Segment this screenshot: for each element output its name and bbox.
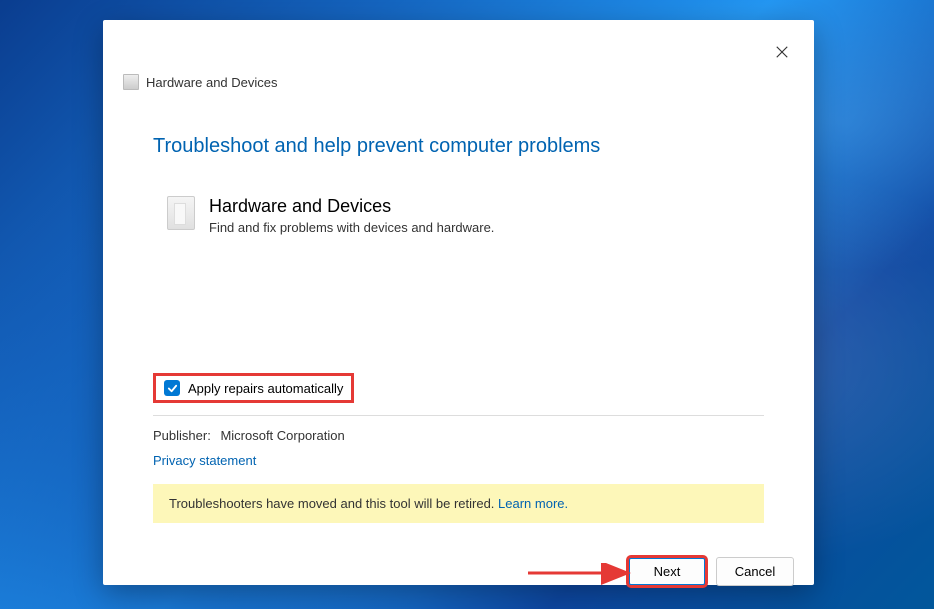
close-icon xyxy=(775,45,789,59)
annotation-arrow-icon xyxy=(523,563,643,593)
apply-repairs-checkbox[interactable] xyxy=(164,380,180,396)
notice-text: Troubleshooters have moved and this tool… xyxy=(169,496,498,511)
next-button[interactable]: Next xyxy=(628,557,706,586)
learn-more-link[interactable]: Learn more. xyxy=(498,496,568,511)
troubleshooter-header-icon xyxy=(123,74,139,90)
apply-repairs-row[interactable]: Apply repairs automatically xyxy=(153,373,354,403)
publisher-label: Publisher: xyxy=(153,428,211,443)
page-title: Troubleshoot and help prevent computer p… xyxy=(153,135,764,158)
button-row: Next Cancel xyxy=(103,523,814,586)
apply-repairs-label: Apply repairs automatically xyxy=(188,381,343,396)
publisher-value: Microsoft Corporation xyxy=(220,428,344,443)
privacy-statement-link[interactable]: Privacy statement xyxy=(153,453,814,468)
retirement-notice: Troubleshooters have moved and this tool… xyxy=(153,484,764,523)
meta-section: Publisher: Microsoft Corporation Privacy… xyxy=(103,416,814,468)
hardware-text: Hardware and Devices Find and fix proble… xyxy=(209,196,494,235)
hardware-description: Find and fix problems with devices and h… xyxy=(209,220,494,235)
dialog-content: Troubleshoot and help prevent computer p… xyxy=(103,90,814,403)
dialog-header: Hardware and Devices xyxy=(103,20,814,90)
cancel-button[interactable]: Cancel xyxy=(716,557,794,586)
dialog-header-title: Hardware and Devices xyxy=(146,75,278,90)
hardware-title: Hardware and Devices xyxy=(209,196,494,217)
hardware-icon xyxy=(167,196,195,230)
check-icon xyxy=(167,383,178,394)
close-button[interactable] xyxy=(770,40,794,64)
troubleshooter-dialog: Hardware and Devices Troubleshoot and he… xyxy=(103,20,814,585)
hardware-section: Hardware and Devices Find and fix proble… xyxy=(167,196,764,235)
